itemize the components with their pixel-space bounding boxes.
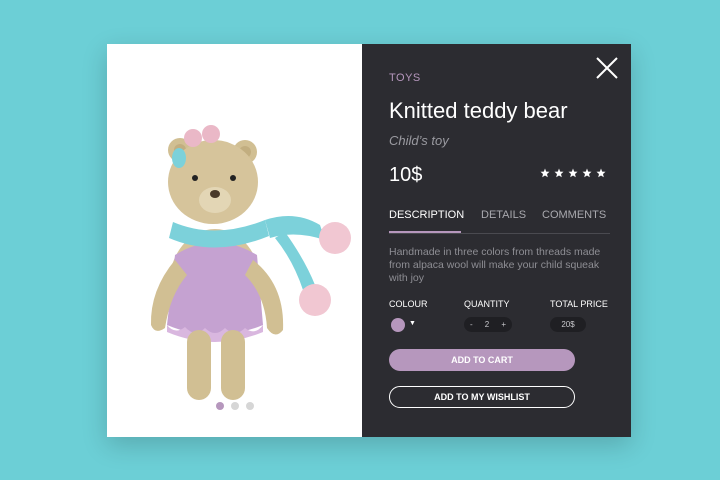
tab-details[interactable]: DETAILS	[481, 209, 526, 221]
quantity-label: QUANTITY	[464, 299, 510, 309]
star-icon	[582, 168, 592, 178]
add-to-cart-button[interactable]: ADD TO CART	[389, 349, 575, 371]
star-icon	[568, 168, 578, 178]
colour-label: COLOUR	[389, 299, 428, 309]
product-subtitle: Child’s toy	[389, 133, 449, 148]
product-price: 10$	[389, 164, 423, 186]
quantity-decrease-button[interactable]: -	[470, 320, 473, 329]
tab-comments[interactable]: COMMENTS	[542, 209, 606, 221]
star-icon	[554, 168, 564, 178]
tab-description[interactable]: DESCRIPTION	[389, 209, 464, 221]
product-category[interactable]: TOYS	[389, 72, 421, 84]
star-icon	[540, 168, 550, 178]
colour-selector[interactable]	[391, 318, 405, 332]
add-to-wishlist-button[interactable]: ADD TO MY WISHLIST	[389, 386, 575, 408]
total-price-label: TOTAL PRICE	[550, 299, 608, 309]
total-price-value: 20$	[550, 317, 586, 332]
active-tab-indicator	[389, 231, 461, 233]
product-description: Handmade in three colors from threads ma…	[389, 246, 601, 284]
product-title: Knitted teddy bear	[389, 98, 568, 123]
quantity-increase-button[interactable]: +	[501, 320, 506, 329]
rating-stars	[540, 168, 606, 178]
caret-down-icon[interactable]: ▼	[409, 320, 416, 327]
quantity-stepper: - 2 +	[464, 317, 512, 332]
quantity-value[interactable]: 2	[485, 320, 489, 329]
star-icon	[596, 168, 606, 178]
product-tabs: DESCRIPTION DETAILS COMMENTS	[389, 209, 610, 234]
